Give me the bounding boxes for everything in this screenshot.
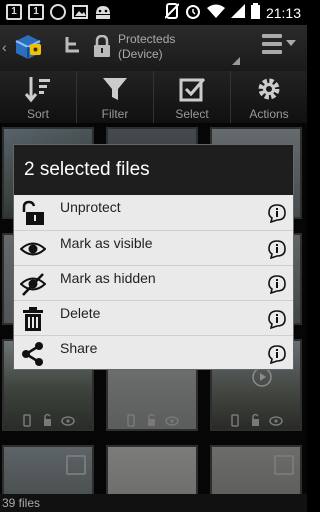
info-bubble-icon[interactable] [267,203,287,223]
app-logo[interactable] [12,31,44,63]
sort-label: Sort [26,107,49,121]
image-icon [72,4,88,25]
menu-caret-icon [286,40,296,46]
select-button[interactable]: Select [154,71,231,123]
location-title-line1: Protecteds [118,32,176,46]
eye-icon [20,242,46,256]
filter-button[interactable]: Filter [77,71,154,123]
eye-off-icon [20,273,46,296]
back-chevron-icon[interactable]: ‹ [2,39,7,55]
overflow-menu-icon[interactable] [262,34,282,58]
trash-icon [23,307,43,331]
clock-time: 21:13 [265,4,301,21]
info-bubble-icon[interactable] [267,344,287,364]
toolbar: Sort Filter Select Actions [0,71,307,123]
select-label: Select [175,107,209,121]
actions-button[interactable]: Actions [231,71,307,123]
info-bubble-icon[interactable] [267,309,287,329]
selection-actions-dialog: 2 selected files Unprotect Mark as visib… [13,144,294,370]
alarm-icon [185,3,201,22]
select-checkbox-icon [179,78,206,102]
footer: 39 files [0,494,307,512]
info-bubble-icon[interactable] [267,239,287,259]
share-label: Share [60,340,98,356]
folder-up-icon[interactable] [64,35,82,57]
calendar-icon: 1 [6,4,22,20]
delete-label: Delete [60,305,101,321]
share-option[interactable]: Share [14,335,293,370]
dialog-action-list: Unprotect Mark as visible Mark as hidden… [14,195,293,370]
status-bar: 1 1 21:13 [0,0,307,25]
location-dropdown-caret-icon[interactable] [232,57,240,65]
location-title[interactable]: Protecteds (Device) [118,32,175,62]
phone-off-icon [164,3,180,22]
delete-option[interactable]: Delete [14,300,293,335]
wifi-icon [206,4,225,21]
file-count: 39 files [2,496,41,510]
unprotect-label: Unprotect [60,199,121,215]
lock-icon [94,34,110,57]
mark-visible-option[interactable]: Mark as visible [14,230,293,265]
location-title-line2: (Device) [118,47,163,61]
gear-icon [258,78,280,100]
screen: 1 1 21:13 ‹ Protecteds (Device) Sort Fil… [0,0,307,512]
filter-label: Filter [101,107,129,121]
signal-icon [230,4,245,21]
calendar-icon: 1 [28,4,44,20]
mark-visible-label: Mark as visible [60,235,153,251]
info-bubble-icon[interactable] [267,274,287,294]
sort-icon [24,77,50,103]
unprotect-option[interactable]: Unprotect [14,195,293,230]
android-icon [94,4,112,25]
unlock-icon [22,200,44,225]
filter-icon [103,78,127,100]
dialog-title: 2 selected files [24,159,150,180]
dialog-header: 2 selected files [14,145,293,195]
whatsapp-icon [50,4,66,20]
sort-button[interactable]: Sort [0,71,77,123]
mark-hidden-label: Mark as hidden [60,270,156,286]
action-bar: ‹ Protecteds (Device) [0,25,307,71]
mark-hidden-option[interactable]: Mark as hidden [14,265,293,300]
actions-label: Actions [249,107,289,121]
share-icon [22,342,43,366]
battery-icon [250,3,260,22]
